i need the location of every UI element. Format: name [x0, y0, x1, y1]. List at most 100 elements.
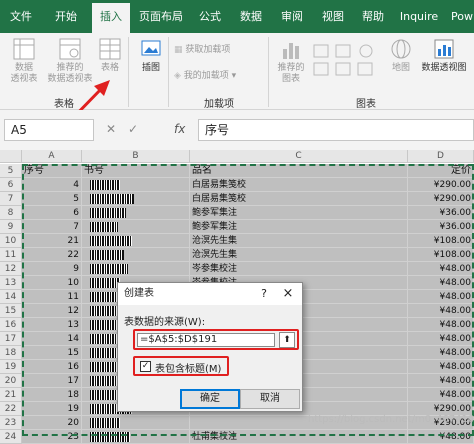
name-box[interactable]: A5: [4, 119, 94, 141]
cell-c[interactable]: 白居易集笺校: [190, 192, 408, 206]
cell-a[interactable]: 15: [22, 346, 82, 360]
cell-c[interactable]: 杜甫集校注: [190, 430, 408, 444]
row-header[interactable]: 12: [0, 262, 22, 276]
column-header-b[interactable]: B: [82, 150, 190, 163]
cell-a[interactable]: 9: [22, 262, 82, 276]
cell-isbn[interactable]: [82, 220, 190, 234]
row-header[interactable]: 20: [0, 374, 22, 388]
cell-a[interactable]: 21: [22, 234, 82, 248]
header-cell[interactable]: 定价: [408, 164, 474, 178]
row-header[interactable]: 6: [0, 178, 22, 192]
cell-d[interactable]: ¥48.00: [408, 304, 474, 318]
cell-c[interactable]: 鲍参军集注: [190, 206, 408, 220]
row-header[interactable]: 19: [0, 360, 22, 374]
cell-a[interactable]: 14: [22, 332, 82, 346]
cancel-button[interactable]: 取消: [240, 389, 300, 409]
cell-d[interactable]: ¥108.00: [408, 234, 474, 248]
collapse-dialog-icon[interactable]: ⬆: [279, 332, 295, 348]
cell-a[interactable]: 18: [22, 388, 82, 402]
column-header-d[interactable]: D: [408, 150, 474, 163]
cell-isbn[interactable]: [82, 416, 190, 430]
cell-a[interactable]: 5: [22, 192, 82, 206]
cell-c[interactable]: 沧溟先生集: [190, 234, 408, 248]
column-header-c[interactable]: C: [190, 150, 408, 163]
close-button[interactable]: ×: [276, 283, 300, 305]
row-header[interactable]: 17: [0, 332, 22, 346]
row-header[interactable]: 5: [0, 164, 22, 178]
cell-d[interactable]: ¥48.00: [408, 374, 474, 388]
ok-button[interactable]: 确定: [180, 389, 240, 409]
cell-d[interactable]: ¥48.00: [408, 262, 474, 276]
cell-isbn[interactable]: [82, 430, 190, 444]
insert-function-button[interactable]: fx: [174, 122, 185, 136]
cell-c[interactable]: 沧溟先生集: [190, 248, 408, 262]
row-header[interactable]: 10: [0, 234, 22, 248]
cell-a[interactable]: 6: [22, 206, 82, 220]
has-headers-checkbox[interactable]: ✓: [140, 361, 151, 372]
cell-a[interactable]: 12: [22, 304, 82, 318]
formula-controls: ✕ ✓ fx: [100, 119, 196, 141]
redacted-barcode: [90, 194, 134, 204]
header-cell[interactable]: 书号: [82, 164, 190, 178]
cell-a[interactable]: 4: [22, 178, 82, 192]
cell-a[interactable]: 23: [22, 430, 82, 444]
cell-d[interactable]: ¥290.00: [408, 192, 474, 206]
cell-a[interactable]: 13: [22, 318, 82, 332]
row-header[interactable]: 8: [0, 206, 22, 220]
header-cell[interactable]: 序号: [22, 164, 82, 178]
cell-d[interactable]: ¥36.00: [408, 206, 474, 220]
cell-d[interactable]: ¥36.00: [408, 220, 474, 234]
select-all-corner[interactable]: [0, 150, 22, 163]
row-header[interactable]: 18: [0, 346, 22, 360]
cell-a[interactable]: 20: [22, 416, 82, 430]
row-header[interactable]: 11: [0, 248, 22, 262]
cell-d[interactable]: ¥108.00: [408, 248, 474, 262]
row-header[interactable]: 23: [0, 416, 22, 430]
cell-a[interactable]: 17: [22, 374, 82, 388]
range-input[interactable]: =$A$5:$D$191: [137, 333, 275, 347]
cell-isbn[interactable]: [82, 178, 190, 192]
has-headers-label: 表包含标题(M): [155, 364, 222, 375]
cell-d[interactable]: ¥48.00: [408, 388, 474, 402]
help-button[interactable]: ?: [254, 283, 274, 305]
cell-isbn[interactable]: [82, 262, 190, 276]
row-header[interactable]: 13: [0, 276, 22, 290]
cell-a[interactable]: 19: [22, 402, 82, 416]
row-header[interactable]: 16: [0, 318, 22, 332]
cell-a[interactable]: 10: [22, 276, 82, 290]
cell-d[interactable]: ¥48.00: [408, 290, 474, 304]
cell-isbn[interactable]: [82, 206, 190, 220]
enter-icon[interactable]: ✓: [128, 122, 138, 136]
row-header[interactable]: 15: [0, 304, 22, 318]
row-header[interactable]: 14: [0, 290, 22, 304]
redacted-barcode: [90, 278, 120, 288]
cell-a[interactable]: 7: [22, 220, 82, 234]
cell-c[interactable]: 鲍参军集注: [190, 220, 408, 234]
column-header-a[interactable]: A: [22, 150, 82, 163]
cell-a[interactable]: 16: [22, 360, 82, 374]
redacted-barcode: [90, 250, 124, 260]
row-header[interactable]: 21: [0, 388, 22, 402]
cell-d[interactable]: ¥290.00: [408, 178, 474, 192]
cell-c[interactable]: 白居易集笺校: [190, 178, 408, 192]
cell-d[interactable]: ¥48.00: [408, 346, 474, 360]
cell-isbn[interactable]: [82, 192, 190, 206]
cell-a[interactable]: 22: [22, 248, 82, 262]
cell-d[interactable]: ¥48.00: [408, 360, 474, 374]
cell-isbn[interactable]: [82, 248, 190, 262]
cell-d[interactable]: ¥48.00: [408, 318, 474, 332]
header-cell[interactable]: 品名: [190, 164, 408, 178]
cell-c[interactable]: 岑参集校注: [190, 262, 408, 276]
cell-d[interactable]: ¥48.00: [408, 332, 474, 346]
row-header[interactable]: 22: [0, 402, 22, 416]
cancel-icon[interactable]: ✕: [106, 122, 116, 136]
row-header[interactable]: 7: [0, 192, 22, 206]
cell-d[interactable]: ¥48.00: [408, 430, 474, 444]
formula-input[interactable]: 序号: [198, 119, 474, 141]
cell-d[interactable]: ¥48.00: [408, 276, 474, 290]
row-header[interactable]: 9: [0, 220, 22, 234]
row-header[interactable]: 24: [0, 430, 22, 444]
cell-a[interactable]: 11: [22, 290, 82, 304]
cell-isbn[interactable]: [82, 234, 190, 248]
redacted-barcode: [90, 222, 118, 232]
